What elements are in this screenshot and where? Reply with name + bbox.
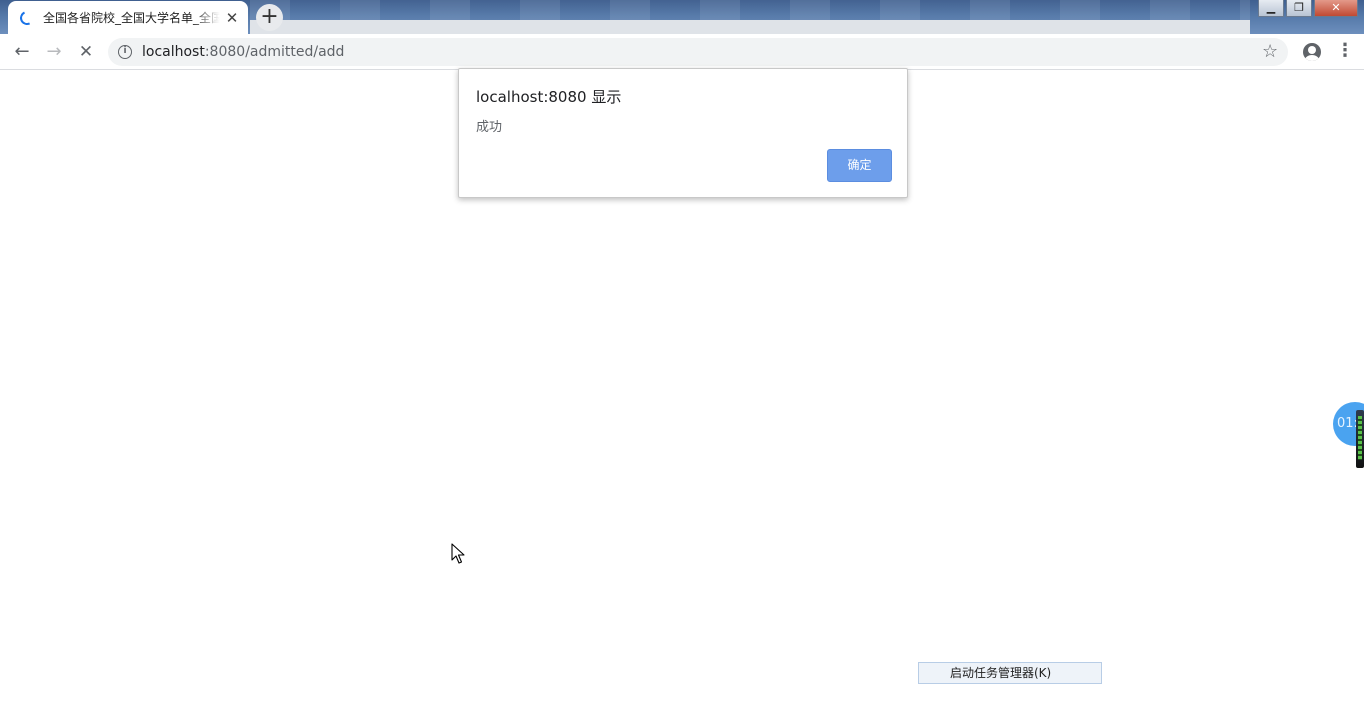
tab-strip: 全国各省院校_全国大学名单_全国 ✕ + ▁ ❐ ✕ <box>0 0 1364 34</box>
browser-window: 全国各省院校_全国大学名单_全国 ✕ + ▁ ❐ ✕ ← → ✕ i local… <box>0 0 1364 728</box>
window-controls: ▁ ❐ ✕ <box>1258 0 1358 17</box>
forward-arrow-icon[interactable]: → <box>42 40 66 64</box>
tab-active[interactable]: 全国各省院校_全国大学名单_全国 ✕ <box>8 1 248 34</box>
new-tab-button[interactable]: + <box>256 4 283 31</box>
url-path: :8080/admitted/add <box>204 44 345 60</box>
alert-dialog: localhost:8080 显示 成功 确定 <box>458 68 908 198</box>
stop-loading-icon[interactable]: ✕ <box>74 40 98 64</box>
profile-avatar-icon[interactable] <box>1303 43 1321 61</box>
url-text: localhost:8080/admitted/add <box>142 44 344 60</box>
site-info-icon[interactable]: i <box>118 45 132 59</box>
minimize-button[interactable]: ▁ <box>1258 0 1284 17</box>
dialog-message: 成功 <box>476 120 503 135</box>
browser-menu-icon[interactable]: ⋮ <box>1336 40 1354 61</box>
bookmark-star-icon[interactable]: ☆ <box>1262 41 1278 62</box>
background-window-menubar <box>250 20 1250 34</box>
tab-close-icon[interactable]: ✕ <box>224 9 240 27</box>
url-host: localhost <box>142 44 205 60</box>
restore-button[interactable]: ❐ <box>1286 0 1312 17</box>
dialog-ok-button[interactable]: 确定 <box>827 149 892 182</box>
spinner-icon <box>18 8 36 27</box>
window-close-button[interactable]: ✕ <box>1314 0 1358 17</box>
back-arrow-icon[interactable]: ← <box>10 40 34 64</box>
task-manager-menu-item[interactable]: 启动任务管理器(K) <box>918 662 1102 684</box>
floating-meter-bar <box>1356 410 1364 468</box>
mouse-cursor-icon <box>451 543 465 564</box>
dialog-title: localhost:8080 显示 <box>476 88 622 106</box>
tab-title: 全国各省院校_全国大学名单_全国 <box>43 11 220 25</box>
background-window-titlebar <box>250 0 1250 20</box>
browser-toolbar: ← → ✕ i localhost:8080/admitted/add ☆ ⋮ <box>0 34 1364 70</box>
address-bar[interactable]: i localhost:8080/admitted/add <box>108 38 1288 66</box>
